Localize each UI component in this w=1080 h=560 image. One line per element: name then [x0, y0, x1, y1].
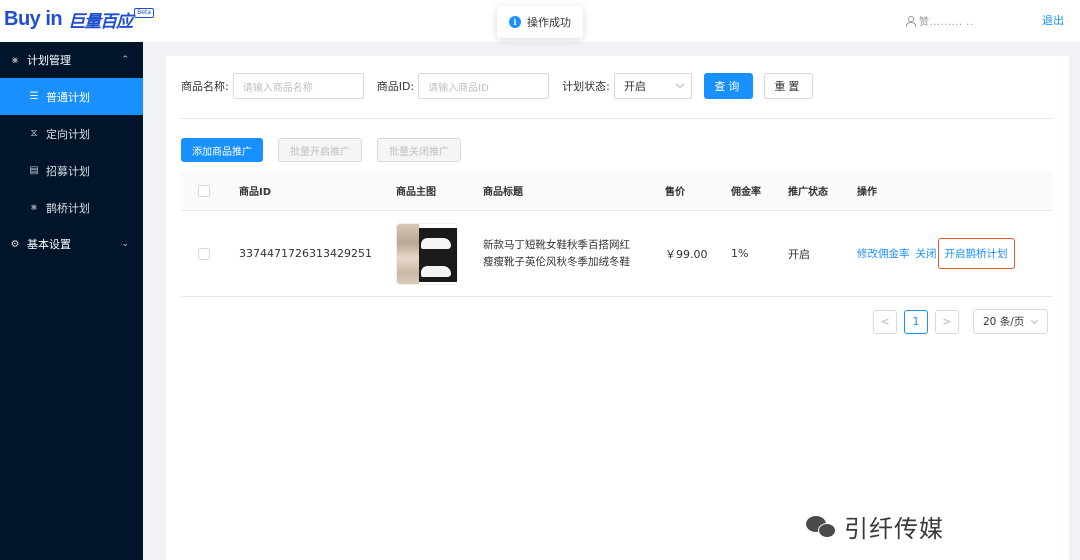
product-id: 3374471726313429251	[239, 247, 372, 260]
col-header-status: 推广状态	[788, 187, 828, 198]
chevron-down-icon	[675, 79, 685, 89]
menu-group-label: 计划管理	[27, 54, 71, 67]
wechat-bubble-small	[818, 522, 836, 538]
col-header-commission: 佣金率	[731, 187, 761, 198]
product-title-line: 新款马丁短靴女鞋秋季百搭网红	[483, 238, 630, 251]
open-bridge-plan-link[interactable]: 开启鹊桥计划	[937, 238, 1015, 269]
main-content-card: 商品名称: 请输入商品名称 商品ID: 请输入商品ID 计划状态: 开启 查询 …	[166, 56, 1069, 560]
bridge-icon: ⨳	[30, 202, 38, 213]
list-icon: ☰	[29, 91, 39, 102]
plan-icon: ⨳	[11, 54, 19, 66]
product-price: ￥99.00	[665, 247, 708, 261]
product-thumbnail[interactable]	[396, 222, 458, 285]
shoe-image	[421, 265, 451, 277]
col-header-id: 商品ID	[239, 187, 272, 198]
product-id-label: 商品ID:	[376, 80, 415, 93]
modify-commission-link[interactable]: 修改佣金率	[857, 246, 910, 261]
promotion-status: 开启	[788, 247, 810, 261]
menu-group-basic-settings[interactable]: ⚙ 基本设置 ⌄	[0, 226, 143, 262]
chevron-up-icon: ⌃	[121, 55, 129, 65]
sidebar-item-recruit-plan[interactable]: ▤ 招募计划	[0, 152, 143, 189]
gear-icon: ⚙	[10, 238, 20, 250]
product-name-input[interactable]: 请输入商品名称	[232, 73, 364, 99]
sidebar-item-normal-plan[interactable]: ☰ 普通计划	[0, 78, 143, 115]
filter-bar: 商品名称: 请输入商品名称 商品ID: 请输入商品ID 计划状态: 开启 查询 …	[181, 72, 813, 100]
user-name: 赞......... ..	[919, 17, 974, 28]
page-1-button[interactable]: 1	[904, 309, 928, 334]
logo-text-en: Buy in	[4, 7, 63, 30]
recruit-icon: ▤	[29, 165, 39, 176]
page-size-select[interactable]: 20 条/页	[973, 309, 1048, 334]
row-select-cell	[198, 211, 210, 296]
toast-message: 操作成功	[527, 16, 571, 29]
product-name-label: 商品名称:	[181, 80, 229, 93]
sidebar-item-label: 定向计划	[46, 127, 90, 141]
logo[interactable]: Buy in 巨量百应 Beta	[4, 6, 154, 32]
product-image-cell	[396, 211, 458, 296]
product-id-input[interactable]: 请输入商品ID	[418, 73, 550, 99]
menu-group-label: 基本设置	[27, 238, 71, 251]
sidebar: ⨳ 计划管理 ⌃ ☰ 普通计划 ⧖ 定向计划 ▤ 招募计划 ⨳ 鹊桥计划 ⚙ 基…	[0, 42, 143, 560]
row-checkbox[interactable]	[198, 247, 210, 260]
commission-rate: 1%	[731, 247, 749, 260]
sidebar-item-label: 普通计划	[46, 90, 90, 104]
col-header-ops: 操作	[857, 187, 877, 198]
col-header-price: 售价	[665, 187, 685, 198]
page-size-value: 20 条/页	[983, 316, 1025, 328]
select-all-cell	[198, 171, 210, 210]
menu-group-plan-management[interactable]: ⨳ 计划管理 ⌃	[0, 42, 143, 78]
top-header: Buy in 巨量百应 Beta i 操作成功 赞......... .. 退出	[0, 0, 1080, 42]
reset-button[interactable]: 重置	[763, 73, 813, 99]
success-toast: i 操作成功	[497, 6, 583, 38]
select-all-checkbox[interactable]	[198, 184, 210, 197]
user-info[interactable]: 赞......... ..	[905, 13, 974, 28]
sidebar-item-targeted-plan[interactable]: ⧖ 定向计划	[0, 115, 143, 152]
plan-status-select[interactable]: 开启	[613, 73, 692, 99]
batch-close-promotion-button[interactable]: 批量关闭推广	[377, 138, 461, 162]
action-bar: 添加商品推广 批量开启推广 批量关闭推广	[181, 138, 461, 162]
pagination: < 1 > 20 条/页	[873, 309, 1048, 334]
watermark-text: 引纤传媒	[844, 515, 944, 543]
add-product-promotion-button[interactable]: 添加商品推广	[181, 138, 263, 162]
logo-text-cn: 巨量百应	[68, 11, 133, 32]
sidebar-item-bridge-plan[interactable]: ⨳ 鹊桥计划	[0, 189, 143, 226]
product-title-line: 瘦瘦靴子英伦风秋冬季加绒冬鞋	[483, 255, 630, 268]
shoe-image	[421, 237, 451, 249]
table-row: 3374471726313429251 新款马丁短靴女鞋秋季百搭网红 瘦瘦靴子英…	[181, 211, 1053, 297]
logo-beta-badge: Beta	[134, 8, 154, 18]
chevron-down-icon	[1030, 316, 1039, 325]
next-page-button[interactable]: >	[935, 309, 959, 334]
logout-link[interactable]: 退出	[1042, 12, 1064, 28]
plan-status-value: 开启	[623, 80, 646, 93]
info-icon: i	[509, 16, 521, 28]
wechat-icon	[806, 514, 838, 540]
watermark: 引纤传媒	[806, 509, 944, 544]
prev-page-button[interactable]: <	[873, 309, 897, 334]
product-title-cell: 新款马丁短靴女鞋秋季百搭网红 瘦瘦靴子英伦风秋冬季加绒冬鞋	[483, 211, 643, 296]
user-icon	[905, 15, 916, 27]
col-header-title: 商品标题	[483, 187, 523, 198]
hourglass-icon: ⧖	[30, 128, 38, 139]
product-table: 商品ID 商品主图 商品标题 售价 佣金率 推广状态 操作 3374471726…	[181, 171, 1053, 297]
chevron-down-icon: ⌄	[121, 239, 129, 249]
sidebar-item-label: 招募计划	[46, 164, 90, 178]
close-promotion-link[interactable]: 关闭	[916, 246, 937, 261]
batch-open-promotion-button[interactable]: 批量开启推广	[278, 138, 362, 162]
table-header: 商品ID 商品主图 商品标题 售价 佣金率 推广状态 操作	[181, 171, 1053, 211]
search-button[interactable]: 查询	[703, 73, 753, 99]
sidebar-item-label: 鹊桥计划	[46, 201, 90, 215]
plan-status-label: 计划状态:	[562, 80, 610, 93]
row-operations: 修改佣金率 关闭 开启鹊桥计划	[857, 211, 1015, 296]
thumbnail-mosaic	[397, 223, 419, 284]
col-header-image: 商品主图	[396, 187, 436, 198]
divider	[181, 118, 1053, 119]
